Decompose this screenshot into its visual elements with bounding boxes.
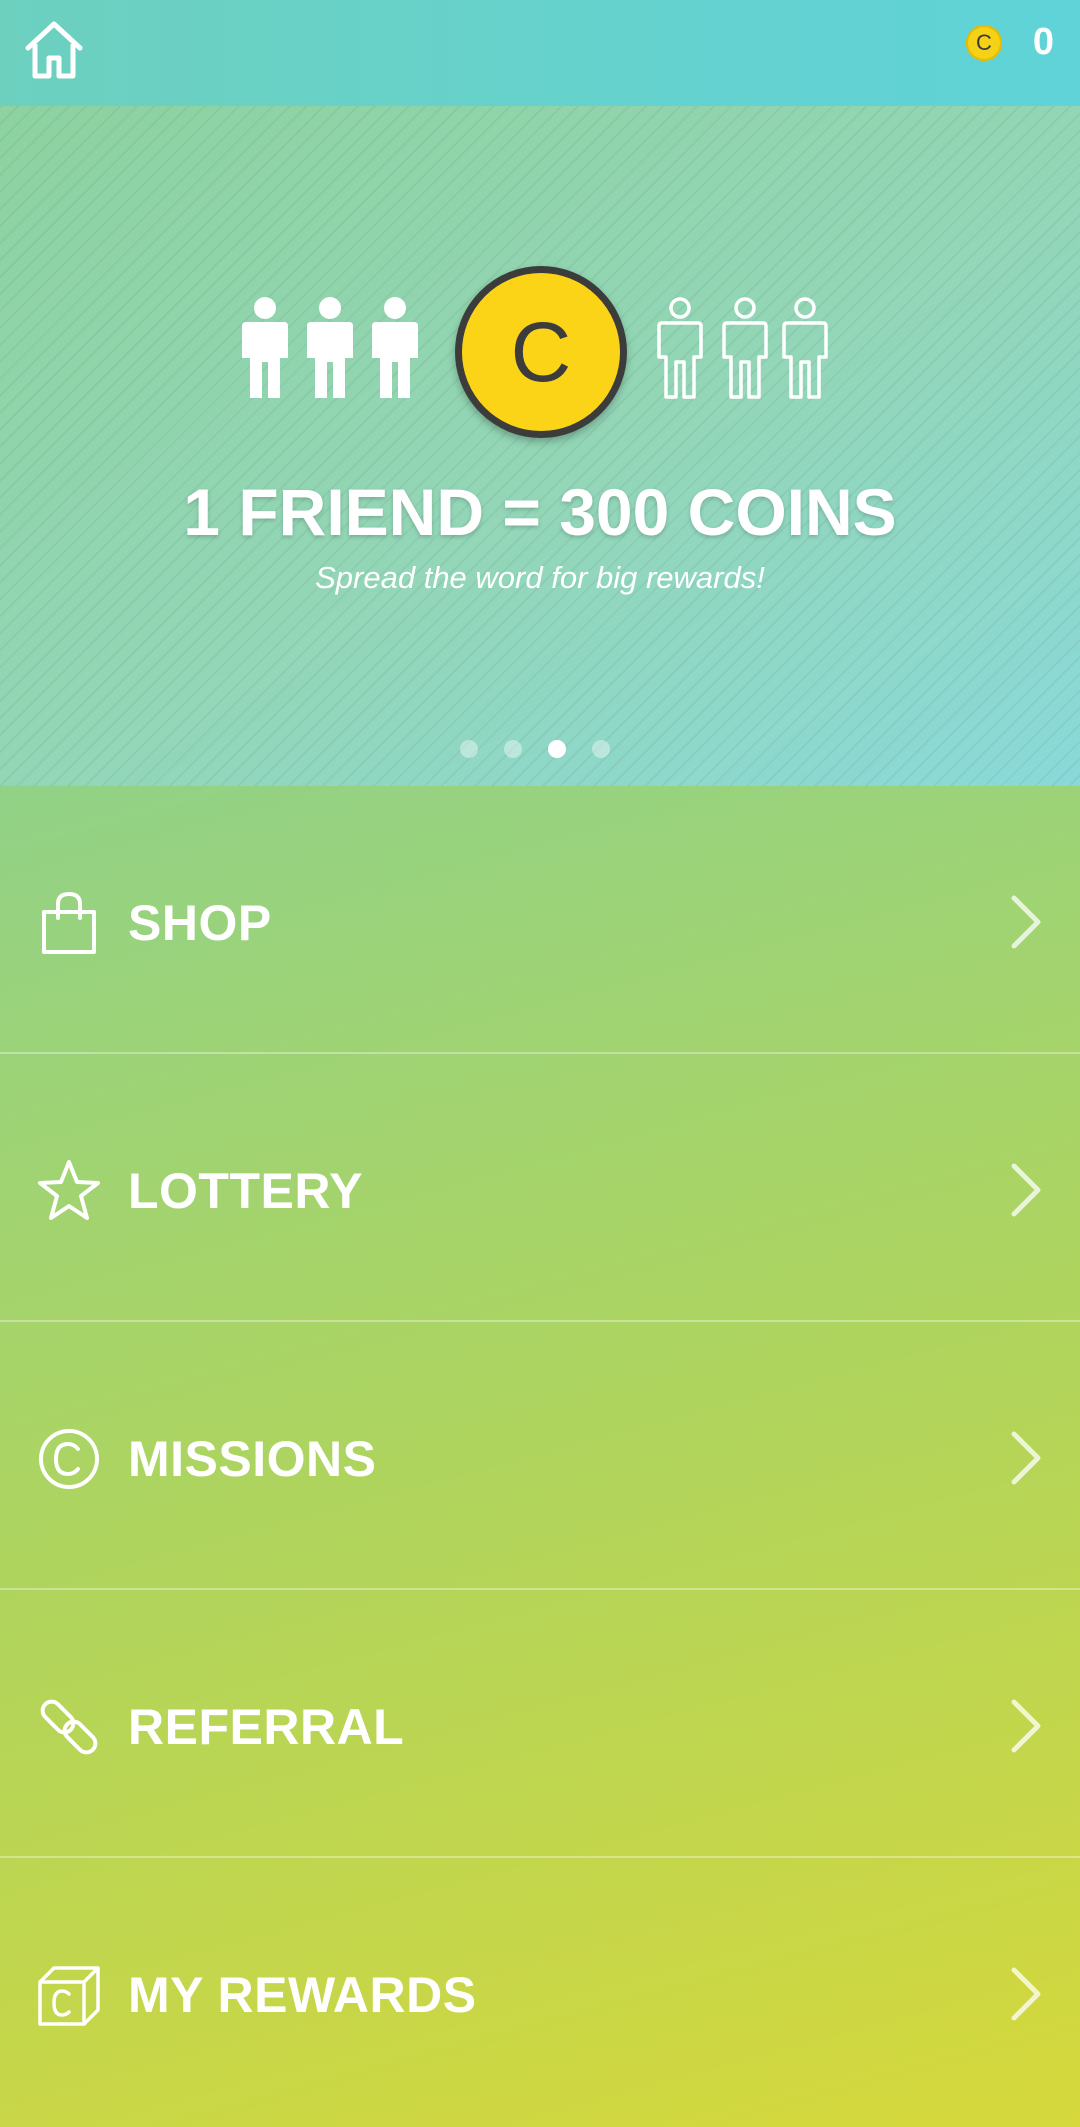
menu-item-label: REFERRAL	[128, 1699, 405, 1755]
reward-box-icon	[38, 1966, 100, 2026]
person-outline-icon	[657, 297, 703, 399]
chevron-right-icon	[1011, 1431, 1041, 1485]
referral-illustration: C	[240, 256, 840, 456]
person-filled-icon	[307, 297, 353, 398]
link-icon	[40, 1699, 98, 1755]
menu-item-label: MISSIONS	[128, 1431, 377, 1487]
main-menu: SHOP LOTTERY MISSIONS REFERRAL MY REWARD…	[0, 786, 1080, 2126]
carousel-pager	[460, 740, 630, 760]
menu-item-lottery[interactable]: LOTTERY	[0, 1054, 1080, 1322]
person-filled-icon	[372, 297, 418, 398]
coin-balance-icon: C	[966, 25, 1002, 61]
menu-item-referral[interactable]: REFERRAL	[0, 1590, 1080, 1858]
banner-title: 1 FRIEND = 300 COINS	[183, 475, 897, 549]
coin-icon: C	[455, 266, 627, 438]
menu-item-label: MY REWARDS	[128, 1967, 477, 2023]
banner-subtitle: Spread the word for big rewards!	[315, 560, 765, 595]
coin-outline-icon	[39, 1429, 99, 1489]
person-filled-icon	[242, 297, 288, 398]
promo-banner[interactable]: C 1 FRIEND = 300 COINS Spread the word f…	[0, 106, 1080, 786]
menu-item-missions[interactable]: MISSIONS	[0, 1322, 1080, 1590]
pager-dot[interactable]	[504, 740, 522, 758]
menu-item-shop[interactable]: SHOP	[0, 786, 1080, 1054]
menu-item-my-rewards[interactable]: MY REWARDS	[0, 1858, 1080, 2126]
coin-balance-value: 0	[1032, 21, 1054, 63]
chevron-right-icon	[1011, 1967, 1041, 2021]
chevron-right-icon	[1011, 895, 1041, 949]
home-icon[interactable]	[22, 18, 86, 82]
chevron-right-icon	[1011, 1163, 1041, 1217]
menu-item-label: LOTTERY	[128, 1163, 363, 1219]
menu-item-label: SHOP	[128, 895, 272, 951]
top-bar: C 0	[0, 0, 1080, 106]
pager-dot-active[interactable]	[548, 740, 566, 758]
star-icon	[38, 1160, 100, 1220]
shopping-bag-icon	[42, 891, 96, 954]
pager-dot[interactable]	[460, 740, 478, 758]
person-outline-icon	[722, 297, 768, 399]
person-outline-icon	[782, 297, 828, 399]
chevron-right-icon	[1011, 1699, 1041, 1753]
pager-dot[interactable]	[592, 740, 610, 758]
